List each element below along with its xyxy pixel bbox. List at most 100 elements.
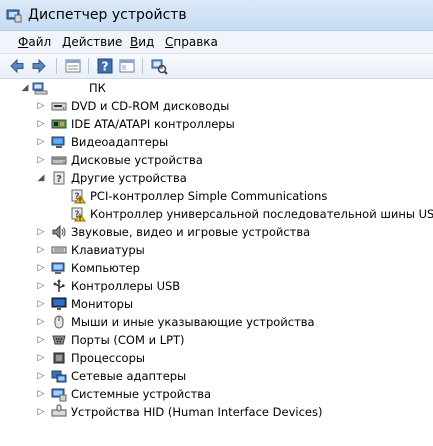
menu-label-rest: правка: [173, 35, 218, 49]
expand-arrow-icon[interactable]: ▷: [36, 259, 46, 277]
mouse-icon: [54, 315, 64, 329]
tree-item-label: Порты (COM и LPT): [71, 333, 185, 347]
expand-arrow-icon[interactable]: ▷: [36, 115, 46, 133]
system-device-icon: [51, 388, 67, 402]
tree-item-label: Другие устройства: [71, 171, 187, 185]
menu-file[interactable]: Файл: [18, 35, 51, 49]
tree-item-label: Дисковые устройства: [71, 153, 203, 167]
tree-category-row[interactable]: ▷ Сетевые адаптеры: [0, 367, 433, 385]
menu-action[interactable]: Действие: [62, 35, 122, 49]
expand-arrow-icon[interactable]: ▷: [36, 223, 46, 241]
menu-accelerator-key: Ф: [18, 35, 29, 49]
display-adapter-icon: [51, 136, 65, 148]
expand-arrow-icon[interactable]: ▷: [36, 133, 46, 151]
tree-item-label: PCI-контроллер Simple Communications: [90, 189, 328, 203]
tree-category-row[interactable]: ▷ Процессоры: [0, 349, 433, 367]
device-manager-app-icon: [6, 9, 22, 23]
dvd-drive-icon: [51, 102, 67, 111]
tree-item-label: Мониторы: [71, 297, 134, 311]
expand-arrow-icon[interactable]: ▷: [36, 367, 46, 385]
tree-category-row[interactable]: ▷ Порты (COM и LPT): [0, 331, 433, 349]
expand-arrow-icon[interactable]: ▷: [36, 349, 46, 367]
ide-controller-icon: [51, 119, 67, 129]
svg-text:?: ?: [56, 174, 62, 185]
tree-category-row[interactable]: ▷ Мониторы: [0, 295, 433, 313]
properties-icon[interactable]: [64, 57, 82, 75]
expand-arrow-icon[interactable]: ▷: [36, 403, 46, 421]
console-tree-icon[interactable]: [118, 57, 136, 75]
unknown-device-warning-icon: ?!: [71, 189, 86, 205]
back-arrow-icon[interactable]: [8, 57, 26, 75]
expand-arrow-icon[interactable]: ▷: [36, 97, 46, 115]
tree-category-row[interactable]: ◢? Другие устройства: [0, 169, 433, 187]
sound-device-icon: [52, 224, 66, 240]
tree-item-label: Видеоадаптеры: [71, 135, 169, 149]
menu-help[interactable]: Справка: [165, 35, 218, 49]
tree-category-row[interactable]: ▷ Звуковые, видео и игровые устройства: [0, 223, 433, 241]
monitor-icon: [51, 297, 67, 310]
menu-bar: Файл Действие Вид Справка: [0, 31, 433, 54]
expand-arrow-icon[interactable]: ▷: [36, 295, 46, 313]
toolbar-separator: [88, 58, 89, 74]
tree-item-label: Контроллеры USB: [71, 279, 181, 293]
tree-child-row[interactable]: ?! Контроллер универсальной последователь…: [0, 205, 433, 223]
tree-category-row[interactable]: ▷ Устройства HID (Human Interface Devices…: [0, 403, 433, 421]
collapse-arrow-icon[interactable]: ◢: [36, 169, 46, 187]
tree-item-label: Клавиатуры: [71, 243, 145, 257]
tree-item-label: Мыши и иные указывающие устройства: [71, 315, 315, 329]
hid-device-icon: [51, 404, 67, 417]
expand-arrow-icon[interactable]: ▷: [36, 385, 46, 403]
tree-item-label: Компьютер: [71, 261, 140, 275]
tree-category-row[interactable]: ▷ Мыши и иные указывающие устройства: [0, 313, 433, 331]
tree-category-row[interactable]: ▷ Клавиатуры: [0, 241, 433, 259]
tree-item-label: Сетевые адаптеры: [71, 369, 187, 383]
menu-label-rest: ействие: [71, 35, 123, 49]
tree-item-label: DVD и CD-ROM дисководы: [71, 99, 230, 113]
tree-root-row[interactable]: ◢ ПК: [0, 79, 433, 97]
tree-category-row[interactable]: ▷ Контроллеры USB: [0, 277, 433, 295]
window-title: Диспетчер устройств: [28, 7, 187, 23]
expand-arrow-icon[interactable]: ▷: [36, 151, 46, 169]
title-bar: Диспетчер устройств: [0, 0, 433, 31]
usb-controller-icon: [53, 279, 65, 292]
menu-accelerator-key: Д: [62, 35, 72, 49]
tree-child-row[interactable]: ?! PCI-контроллер Simple Communications: [0, 187, 433, 205]
tree-category-row[interactable]: ▷ Компьютер: [0, 259, 433, 277]
scan-hardware-icon[interactable]: [150, 57, 168, 75]
tree-root-label: ПК: [89, 81, 106, 95]
expand-arrow-icon[interactable]: ▷: [36, 277, 46, 295]
tree-item-label: Контроллер универсальной последовательно…: [90, 207, 433, 221]
expand-arrow-icon[interactable]: ▷: [36, 331, 46, 349]
other-devices-icon: ?: [53, 171, 65, 185]
tree-item-label: Устройства HID (Human Interface Devices): [71, 405, 323, 419]
computer-icon: [51, 262, 65, 274]
tree-category-row[interactable]: ▷ DVD и CD-ROM дисководы: [0, 97, 433, 115]
toolbar-separator: [142, 58, 143, 74]
tree-item-label: Процессоры: [71, 351, 145, 365]
keyboard-icon: [51, 246, 67, 254]
unknown-device-warning-icon: ?!: [71, 207, 86, 223]
svg-text:?: ?: [102, 60, 109, 74]
tree-category-row[interactable]: ▷ Видеоадаптеры: [0, 133, 433, 151]
svg-text:!: !: [79, 198, 82, 205]
toolbar-separator: [56, 58, 57, 74]
help-icon[interactable]: ?: [96, 57, 114, 75]
menu-label-rest: ид: [138, 35, 155, 49]
network-adapter-icon: [51, 370, 67, 383]
port-icon: [52, 335, 66, 345]
tree-category-row[interactable]: ▷ IDE ATA/ATAPI контроллеры: [0, 115, 433, 133]
collapse-arrow-icon[interactable]: ◢: [20, 79, 30, 97]
expand-arrow-icon[interactable]: ▷: [36, 241, 46, 259]
tree-item-label: Системные устройства: [71, 387, 212, 401]
disk-drive-icon: [51, 156, 67, 165]
processor-icon: [53, 352, 65, 364]
menu-view[interactable]: Вид: [130, 35, 154, 49]
device-tree: ◢ ПК ▷ DVD и CD-ROM дисководы ▷ IDE ATA/ATA…: [0, 79, 433, 446]
tree-item-label: Звуковые, видео и игровые устройства: [71, 225, 311, 239]
tree-category-row[interactable]: ▷ Дисковые устройства: [0, 151, 433, 169]
svg-text:!: !: [79, 216, 82, 223]
expand-arrow-icon[interactable]: ▷: [36, 313, 46, 331]
forward-arrow-icon[interactable]: [30, 57, 48, 75]
tree-category-row[interactable]: ▷ Системные устройства: [0, 385, 433, 403]
menu-label-rest: айл: [28, 35, 52, 49]
